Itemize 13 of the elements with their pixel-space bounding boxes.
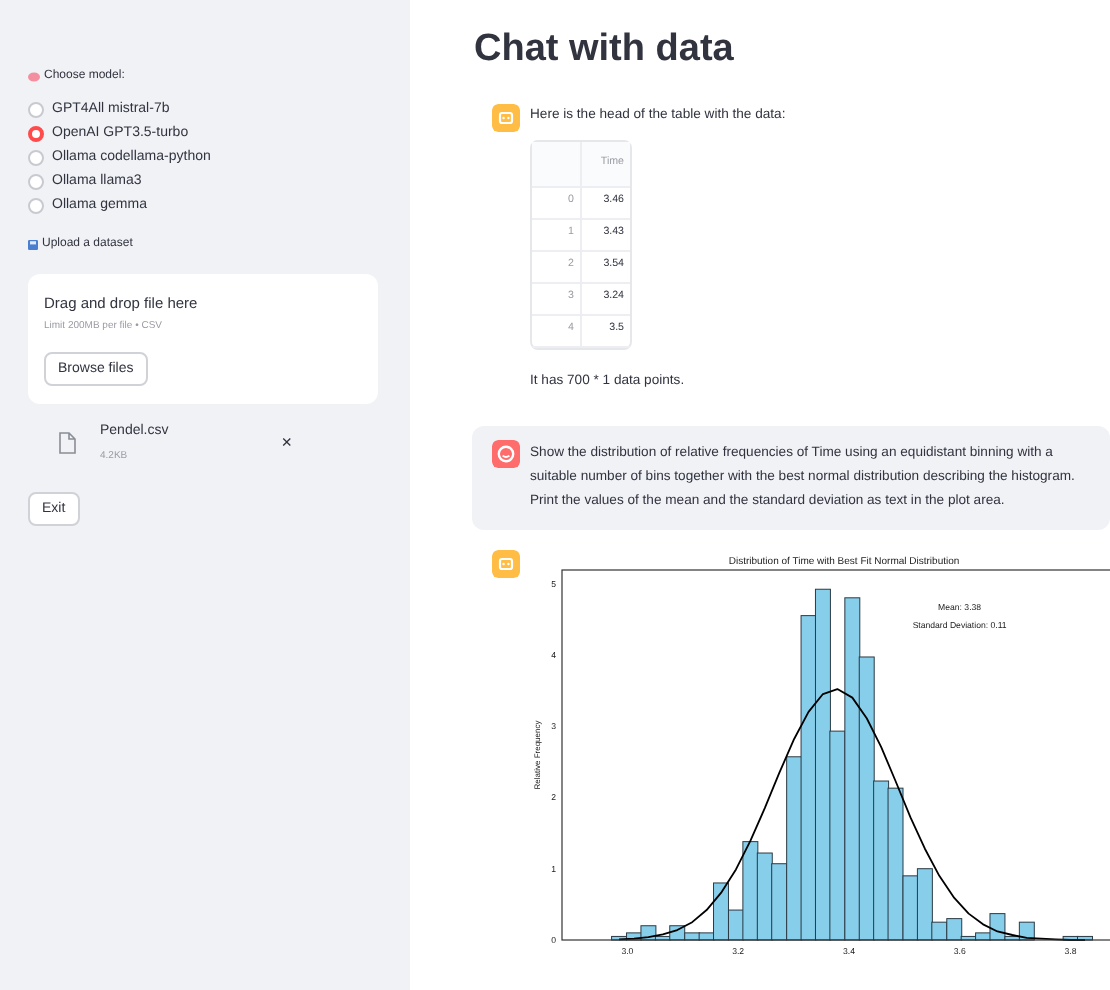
page-title: Chat with data — [474, 28, 736, 74]
bot-avatar-icon — [492, 103, 520, 132]
disk-icon — [28, 240, 38, 250]
bot-avatar-icon — [492, 549, 520, 578]
radio-button[interactable] — [28, 102, 44, 118]
user-avatar-icon — [492, 439, 520, 468]
radio-button[interactable] — [28, 150, 44, 166]
radio-button[interactable] — [28, 198, 44, 214]
radio-button[interactable] — [28, 174, 44, 190]
file-icon — [58, 432, 76, 455]
radio-button[interactable] — [28, 126, 44, 142]
emoji-icon — [28, 72, 40, 82]
remove-file-button[interactable]: × — [281, 430, 292, 457]
